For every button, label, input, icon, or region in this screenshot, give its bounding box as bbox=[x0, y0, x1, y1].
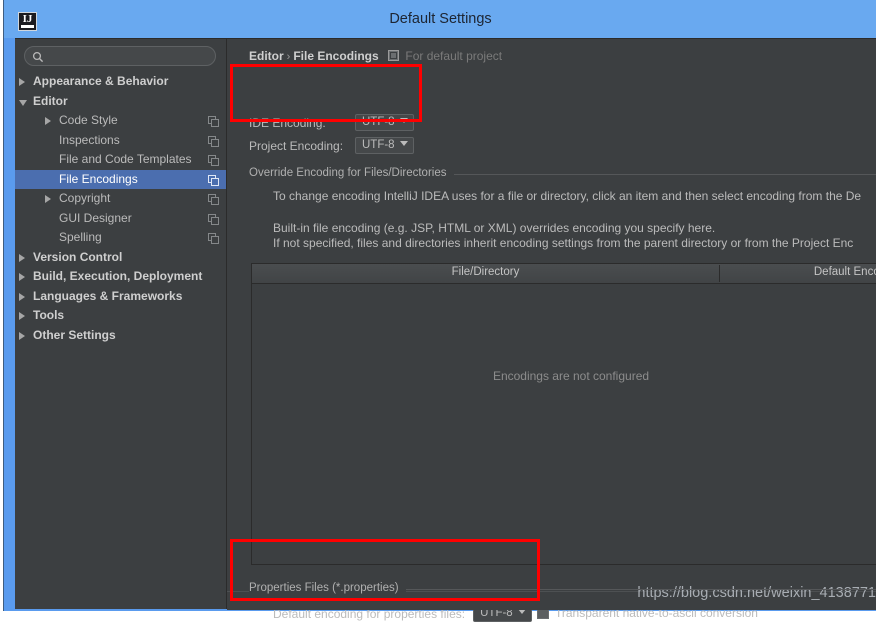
arrow-glyph bbox=[19, 312, 25, 320]
chevron-right-icon[interactable] bbox=[19, 253, 27, 262]
chevron-down-icon[interactable] bbox=[19, 98, 27, 106]
settings-sidebar: Appearance & Behavior Editor Code Style Ins… bbox=[15, 39, 227, 609]
settings-tree: Appearance & Behavior Editor Code Style Ins… bbox=[15, 72, 226, 345]
override-encoding-group-header: Override Encoding for Files/Directories bbox=[249, 167, 876, 179]
chevron-right-icon[interactable] bbox=[19, 331, 27, 340]
project-encoding-row: Project Encoding: UTF-8 bbox=[249, 137, 414, 155]
sidebar-item-editor[interactable]: Editor bbox=[15, 92, 226, 112]
chevron-down-icon bbox=[399, 141, 408, 146]
copy-settings-icon[interactable] bbox=[208, 194, 219, 205]
chevron-right-icon[interactable] bbox=[19, 292, 27, 301]
project-encoding-value: UTF-8 bbox=[362, 139, 395, 151]
breadcrumb-parent[interactable]: Editor bbox=[249, 49, 284, 63]
table-header-row: File/Directory Default Encod bbox=[252, 264, 876, 284]
ide-encoding-row: IDE Encoding: UTF-8 bbox=[249, 114, 414, 132]
override-encoding-group-title: Override Encoding for Files/Directories bbox=[249, 167, 454, 179]
sidebar-item-file-encodings[interactable]: File Encodings bbox=[15, 169, 226, 189]
chevron-right-icon[interactable] bbox=[45, 195, 53, 203]
sidebar-item-spelling[interactable]: Spelling bbox=[15, 228, 226, 248]
arrow-glyph bbox=[45, 117, 51, 125]
settings-content-panel: Editor › File Encodings For default projec… bbox=[227, 39, 876, 622]
arrow-glyph bbox=[45, 195, 51, 203]
chevron-down-icon bbox=[399, 118, 408, 123]
description-line-1: To change encoding IntelliJ IDEA uses fo… bbox=[273, 189, 862, 203]
copy-settings-icon[interactable] bbox=[208, 135, 219, 147]
sidebar-item-languages-frameworks[interactable]: Languages & Frameworks bbox=[15, 287, 226, 307]
sidebar-item-label: Editor bbox=[33, 93, 68, 108]
sidebar-item-label: Copyright bbox=[59, 191, 111, 205]
arrow-glyph bbox=[19, 292, 25, 301]
sidebar-item-label: File Encodings bbox=[59, 171, 138, 186]
settings-dialog-body: Appearance & Behavior Editor Code Style Ins… bbox=[15, 38, 876, 622]
sidebar-item-label: Inspections bbox=[59, 132, 120, 147]
arrow-glyph bbox=[19, 273, 25, 281]
description-line-2: Built-in file encoding (e.g. JSP, HTML o… bbox=[273, 221, 716, 235]
copy-settings-icon[interactable] bbox=[208, 116, 219, 127]
ide-encoding-label: IDE Encoding: bbox=[249, 115, 326, 130]
chevron-right-icon[interactable] bbox=[19, 78, 27, 86]
sidebar-item-file-and-code-templates[interactable]: File and Code Templates bbox=[15, 150, 226, 170]
sidebar-item-code-style[interactable]: Code Style bbox=[15, 111, 226, 131]
arrow-glyph bbox=[19, 253, 25, 262]
column-header-file-directory[interactable]: File/Directory bbox=[252, 266, 719, 278]
copy-settings-icon[interactable] bbox=[208, 233, 219, 244]
sidebar-item-label: GUI Designer bbox=[59, 210, 132, 225]
copy-settings-icon[interactable] bbox=[208, 174, 219, 186]
sidebar-item-copyright[interactable]: Copyright bbox=[15, 189, 226, 209]
project-scope-icon bbox=[388, 50, 400, 61]
window-title: Default Settings bbox=[389, 11, 492, 27]
chevron-right-icon[interactable] bbox=[19, 312, 27, 320]
ide-encoding-dropdown[interactable]: UTF-8 bbox=[355, 114, 414, 131]
sidebar-item-label: Tools bbox=[33, 308, 65, 322]
description-line-3: If not specified, files and directories … bbox=[273, 236, 854, 250]
breadcrumb-scope-text: For default project bbox=[405, 49, 503, 63]
sidebar-item-version-control[interactable]: Version Control bbox=[15, 248, 226, 268]
table-empty-message: Encodings are not configured bbox=[492, 369, 650, 383]
sidebar-item-appearance-behavior[interactable]: Appearance & Behavior bbox=[15, 72, 226, 92]
column-header-default-encoding[interactable]: Default Encod bbox=[720, 266, 876, 278]
chevron-right-icon[interactable] bbox=[45, 117, 53, 125]
sidebar-item-tools[interactable]: Tools bbox=[15, 306, 226, 326]
breadcrumb: Editor › File Encodings For default projec… bbox=[249, 49, 502, 63]
sidebar-item-inspections[interactable]: Inspections bbox=[15, 131, 226, 151]
window-title-bar: IJ Default Settings bbox=[4, 0, 876, 38]
encodings-table[interactable]: File/Directory Default Encod Encodings a… bbox=[251, 263, 876, 565]
sidebar-item-label: File and Code Templates bbox=[59, 152, 192, 166]
sidebar-item-label: Code Style bbox=[59, 113, 118, 127]
arrow-glyph bbox=[19, 331, 25, 340]
settings-window: IJ Default Settings Appearance & Behavio… bbox=[3, 0, 876, 622]
breadcrumb-separator: › bbox=[286, 51, 291, 63]
breadcrumb-current: File Encodings bbox=[293, 49, 379, 63]
chevron-right-icon[interactable] bbox=[19, 273, 27, 281]
search-box[interactable] bbox=[24, 46, 216, 67]
arrow-glyph bbox=[19, 78, 25, 86]
sidebar-item-label: Build, Execution, Deployment bbox=[33, 269, 203, 283]
sidebar-item-gui-designer[interactable]: GUI Designer bbox=[15, 209, 226, 229]
copy-settings-icon[interactable] bbox=[208, 155, 219, 166]
project-encoding-label: Project Encoding: bbox=[249, 138, 344, 153]
sidebar-item-build-execution-deployment[interactable]: Build, Execution, Deployment bbox=[15, 267, 226, 287]
ide-encoding-value: UTF-8 bbox=[362, 116, 395, 128]
arrow-glyph bbox=[19, 99, 27, 106]
search-input[interactable] bbox=[49, 49, 213, 67]
sidebar-item-label: Languages & Frameworks bbox=[33, 288, 183, 303]
copy-settings-icon[interactable] bbox=[208, 213, 219, 225]
search-icon bbox=[32, 51, 44, 63]
project-encoding-dropdown[interactable]: UTF-8 bbox=[355, 137, 414, 154]
watermark-text: https://blog.csdn.net/weixin_4138771 bbox=[637, 585, 876, 601]
sidebar-item-other-settings[interactable]: Other Settings bbox=[15, 326, 226, 346]
properties-files-group-title: Properties Files (*.properties) bbox=[249, 582, 406, 594]
sidebar-item-label: Version Control bbox=[33, 249, 123, 264]
sidebar-item-label: Spelling bbox=[59, 230, 102, 244]
sidebar-item-label: Appearance & Behavior bbox=[33, 74, 169, 88]
sidebar-item-label: Other Settings bbox=[33, 327, 116, 342]
